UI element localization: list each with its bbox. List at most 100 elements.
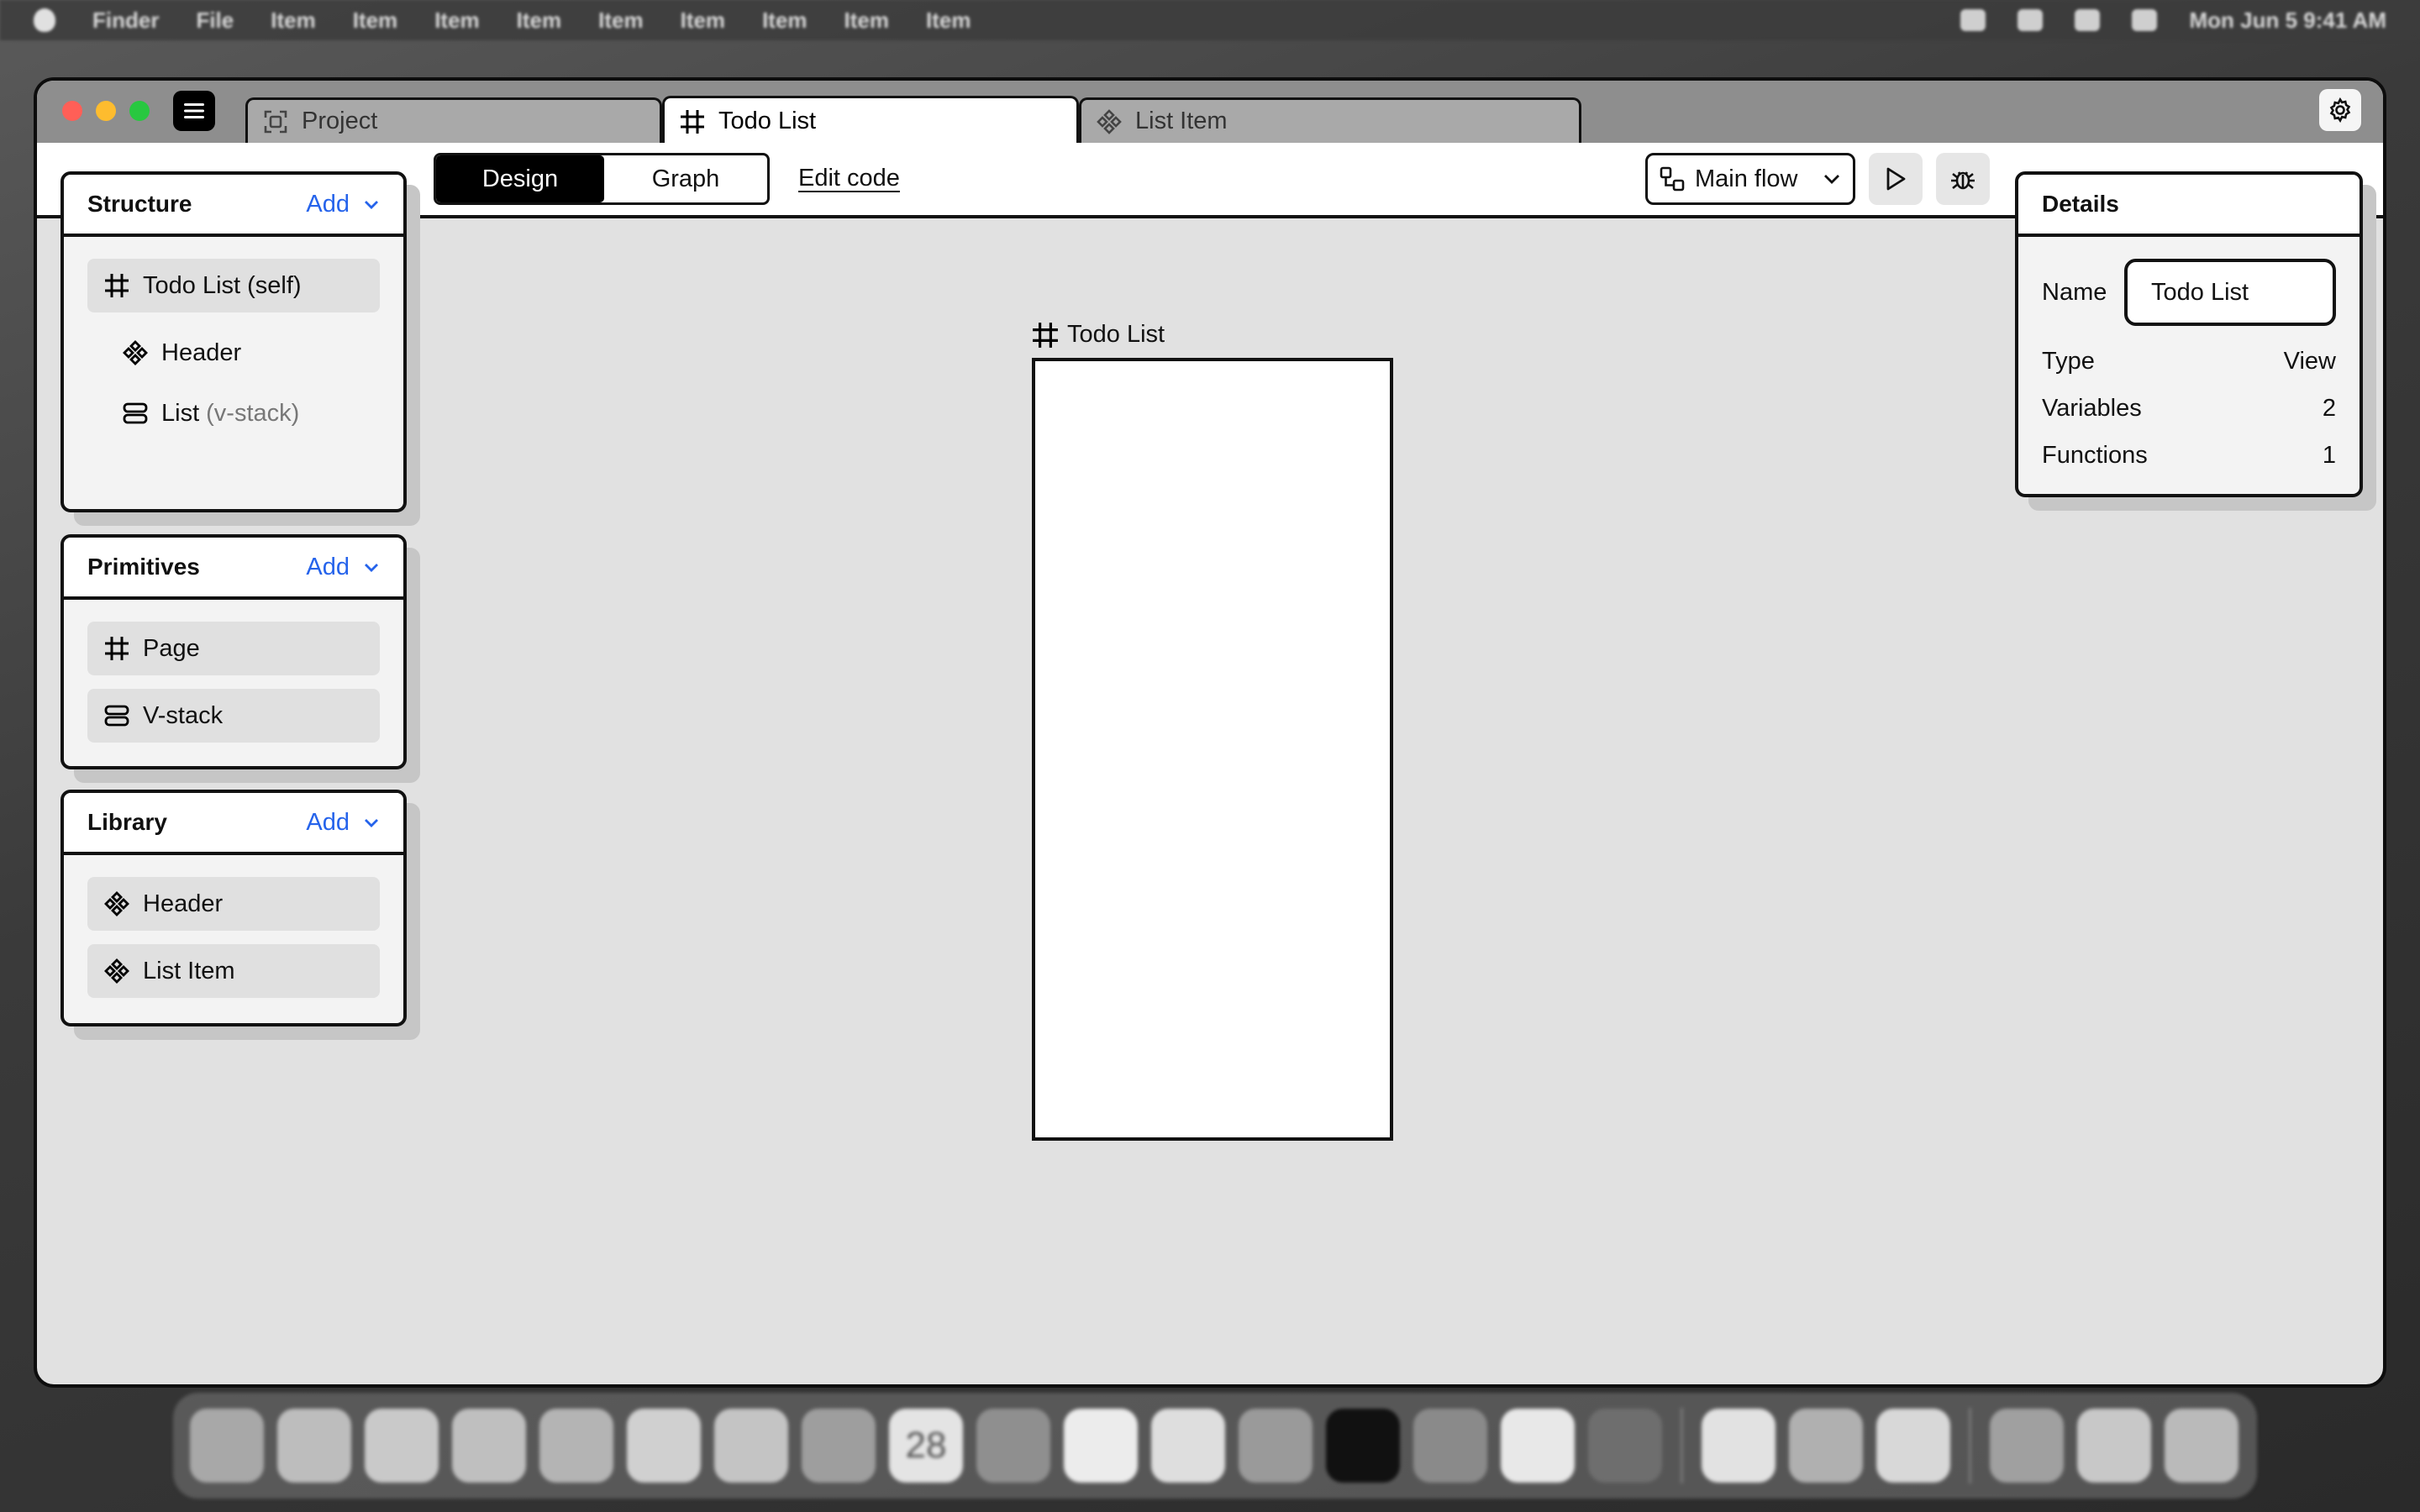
name-input-value: Todo List — [2151, 278, 2249, 306]
tab-project[interactable]: Project — [245, 97, 662, 143]
structure-item-label: Header — [161, 339, 242, 366]
library-add-button[interactable]: Add — [306, 809, 380, 837]
hamburger-menu-button[interactable] — [173, 91, 215, 131]
settings-button[interactable] — [2319, 89, 2361, 131]
menu-item[interactable]: Item — [598, 8, 643, 34]
library-panel-header: Library Add — [64, 793, 403, 855]
maximize-window-button[interactable] — [129, 101, 150, 121]
facetime-dock-icon[interactable] — [802, 1409, 876, 1483]
detail-variables-label: Variables — [2042, 394, 2142, 422]
hash-frame-icon — [678, 108, 707, 136]
contacts-dock-icon[interactable] — [976, 1409, 1050, 1483]
library-item-header[interactable]: Header — [87, 877, 380, 931]
library-panel: Library Add Header List Item — [60, 790, 420, 1040]
structure-panel: Structure Add Todo List (self) Header Li… — [60, 171, 420, 526]
structure-item-label: Todo List (self) — [143, 271, 302, 299]
documents-dock-icon[interactable] — [2077, 1409, 2151, 1483]
name-input[interactable]: Todo List — [2124, 259, 2336, 326]
minimize-window-button[interactable] — [96, 101, 116, 121]
library-panel-title: Library — [87, 809, 167, 835]
apple-menu-icon[interactable] — [34, 8, 55, 32]
graph-mode-button[interactable]: Graph — [604, 155, 767, 202]
component-icon — [103, 957, 131, 985]
chevron-down-icon — [1824, 175, 1839, 184]
tab-label: List Item — [1135, 108, 1228, 134]
chevron-down-icon — [365, 200, 378, 209]
menu-item[interactable]: Item — [844, 8, 889, 34]
tv-dock-icon[interactable] — [1326, 1409, 1400, 1483]
design-mode-button[interactable]: Design — [436, 155, 604, 202]
music-dock-icon[interactable] — [1239, 1409, 1313, 1483]
primitive-item-label: V-stack — [143, 701, 224, 729]
maps-dock-icon[interactable] — [627, 1409, 701, 1483]
app-dock-icon[interactable] — [1702, 1409, 1776, 1483]
structure-item-header[interactable]: Header — [87, 326, 380, 380]
trash-dock-icon[interactable] — [2165, 1409, 2238, 1483]
edit-code-link[interactable]: Edit code — [798, 165, 900, 192]
wifi-icon[interactable] — [1960, 9, 1986, 31]
menu-item[interactable]: Item — [434, 8, 479, 34]
details-panel-header: Details — [2018, 175, 2360, 237]
menu-item[interactable]: Item — [517, 8, 561, 34]
close-window-button[interactable] — [62, 101, 82, 121]
detail-functions-row: Functions 1 — [2042, 432, 2336, 479]
structure-item-type: (v-stack) — [206, 399, 300, 427]
app-store-dock-icon[interactable] — [1501, 1409, 1575, 1483]
safari-dock-icon[interactable] — [365, 1409, 439, 1483]
structure-item-self[interactable]: Todo List (self) — [87, 259, 380, 312]
tab-todo-list[interactable]: Todo List — [662, 96, 1079, 144]
calendar-dock-icon[interactable]: 28 — [889, 1409, 963, 1483]
details-panel-title: Details — [2042, 191, 2119, 217]
dock: 28 — [173, 1393, 2257, 1499]
reminders-dock-icon[interactable] — [1064, 1409, 1138, 1483]
finder-dock-icon[interactable] — [190, 1409, 264, 1483]
photos-dock-icon[interactable] — [714, 1409, 788, 1483]
structure-item-list[interactable]: List (v-stack) — [87, 386, 380, 440]
menu-item[interactable]: Item — [681, 8, 725, 34]
app-dock-icon[interactable] — [1876, 1409, 1950, 1483]
debug-button[interactable] — [1936, 153, 1990, 205]
detail-name-label: Name — [2042, 278, 2107, 306]
primitive-item-vstack[interactable]: V-stack — [87, 689, 380, 743]
user-icon[interactable] — [2075, 9, 2101, 31]
primitives-add-button[interactable]: Add — [306, 554, 380, 581]
add-label: Add — [306, 553, 350, 580]
menu-item[interactable]: Item — [762, 8, 807, 34]
menu-item[interactable]: Item — [353, 8, 397, 34]
structure-item-label: List — [161, 399, 200, 427]
mail-dock-icon[interactable] — [539, 1409, 613, 1483]
vstack-icon — [103, 701, 131, 730]
system-settings-dock-icon[interactable] — [1588, 1409, 1662, 1483]
control-center-icon[interactable] — [2132, 9, 2158, 31]
canvas-frame-todo-list[interactable] — [1032, 358, 1393, 1141]
podcasts-dock-icon[interactable] — [1413, 1409, 1487, 1483]
add-label: Add — [306, 190, 350, 218]
gear-icon — [2329, 97, 2351, 123]
structure-panel-title: Structure — [87, 191, 192, 217]
launchpad-dock-icon[interactable] — [277, 1409, 351, 1483]
folder-dock-icon[interactable] — [1990, 1409, 2064, 1483]
menu-item[interactable]: Item — [926, 8, 971, 34]
detail-variables-value: 2 — [2322, 394, 2336, 422]
canvas-frame-label[interactable]: Todo List — [1032, 321, 1165, 349]
primitive-item-page[interactable]: Page — [87, 622, 380, 675]
structure-add-button[interactable]: Add — [306, 191, 380, 218]
mode-switch: Design Graph — [434, 153, 770, 205]
menu-app-name[interactable]: Finder — [92, 8, 159, 34]
menu-item-file[interactable]: File — [196, 8, 234, 34]
notes-dock-icon[interactable] — [1151, 1409, 1225, 1483]
tab-label: Project — [302, 108, 378, 134]
flow-selector[interactable]: Main flow — [1645, 153, 1855, 205]
app-dock-icon[interactable] — [1789, 1409, 1863, 1483]
menu-item[interactable]: Item — [271, 8, 315, 34]
tab-list-item[interactable]: List Item — [1079, 97, 1581, 143]
add-label: Add — [306, 808, 350, 836]
menu-clock[interactable]: Mon Jun 5 9:41 AM — [2189, 8, 2386, 34]
title-bar: Project Todo List List Item — [37, 81, 2383, 144]
library-item-list-item[interactable]: List Item — [87, 944, 380, 998]
messages-dock-icon[interactable] — [452, 1409, 526, 1483]
run-button[interactable] — [1869, 153, 1923, 205]
hash-frame-icon — [103, 634, 131, 663]
spotlight-search-icon[interactable] — [2018, 9, 2044, 31]
library-item-label: Header — [143, 890, 224, 917]
